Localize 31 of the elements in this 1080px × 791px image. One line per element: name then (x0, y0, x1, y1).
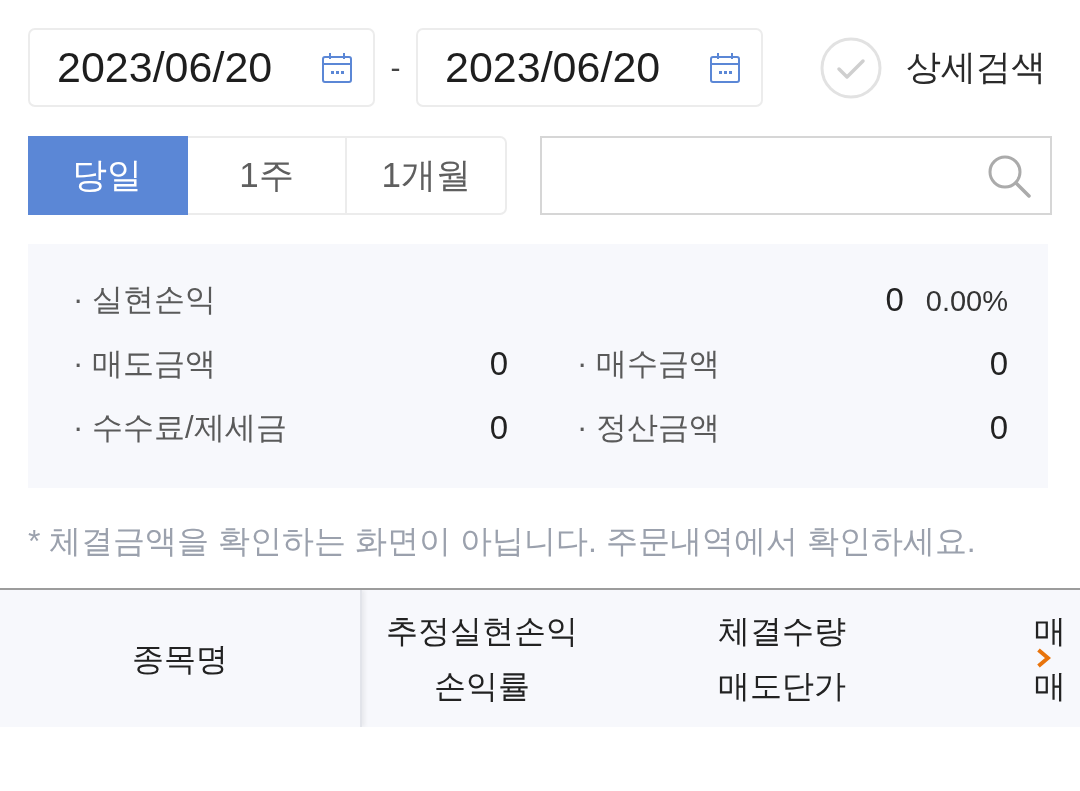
notice-text: * 체결금액을 확인하는 화면이 아닙니다. 주문내역에서 확인하세요. (28, 522, 976, 561)
column-header: 체결수량 (718, 614, 846, 648)
profit-rate: 0.00% (925, 285, 1008, 318)
period-tab[interactable]: 당일 (28, 136, 188, 215)
column-header: 매 (1034, 669, 1066, 703)
column-header: 매도단가 (718, 669, 846, 703)
summary-label: · 수수료/제세금 (73, 409, 287, 447)
range-separator: - (389, 50, 402, 85)
summary-value: 0 (489, 409, 508, 447)
calendar-icon[interactable] (709, 51, 741, 84)
summary-value: 0 (989, 345, 1008, 383)
column-header: 손익률 (434, 669, 530, 703)
calendar-icon[interactable] (321, 51, 353, 84)
period-tab[interactable]: 1개월 (347, 136, 507, 215)
summary-label: · 정산금액 (577, 409, 720, 447)
summary-label: · 실현손익 (73, 281, 216, 319)
summary-value: 0 (885, 281, 904, 319)
check-circle-icon[interactable] (820, 36, 882, 99)
summary-label: · 매수금액 (577, 345, 720, 383)
summary-label: · 매도금액 (73, 345, 216, 383)
column-header: 추정실현손익 (386, 614, 578, 648)
period-tab[interactable]: 1주 (187, 136, 348, 215)
detail-search-checkbox[interactable]: 상세검색 (820, 36, 1046, 99)
date-field[interactable]: 2023/06/20 (28, 28, 375, 107)
search-field[interactable] (540, 136, 1052, 215)
date-field[interactable]: 2023/06/20 (416, 28, 763, 107)
summary-value: 0 (989, 409, 1008, 447)
summary-value: 0 (489, 345, 508, 383)
column-header: 종목명 (132, 641, 228, 676)
chevron-right-icon (1036, 648, 1051, 668)
column-header: 매 (1034, 614, 1066, 648)
